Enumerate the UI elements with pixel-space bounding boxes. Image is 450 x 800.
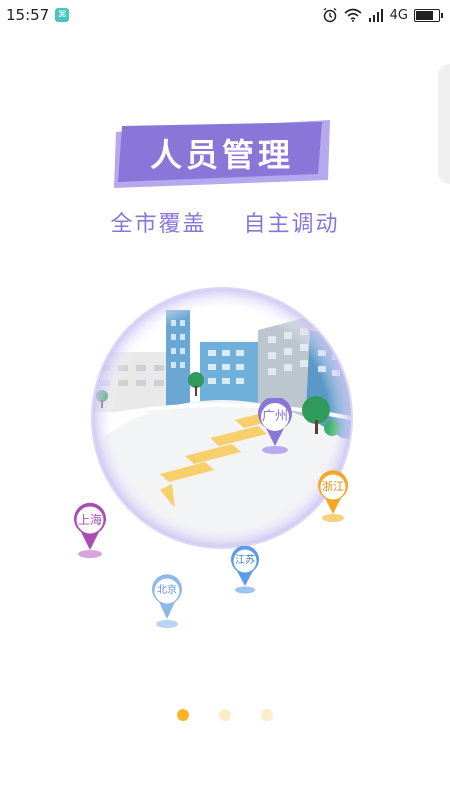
subtitle-left: 全市覆盖 <box>110 212 207 237</box>
status-bar: 15:57 ⌘ 4G <box>0 0 450 30</box>
alarm-icon <box>323 7 337 23</box>
edge-swipe-handle[interactable] <box>438 64 450 184</box>
city-globe-illustration <box>91 287 353 549</box>
title-banner: 人员管理 <box>112 118 332 190</box>
pin-beijing: 北京 <box>149 574 185 628</box>
pin-label-beijing: 北京 <box>157 585 177 596</box>
app-notification-icon: ⌘ <box>55 8 70 22</box>
page-dot-2[interactable] <box>219 709 231 721</box>
status-time: 15:57 <box>6 6 50 24</box>
pin-label-jiangsu: 江苏 <box>235 555 255 566</box>
status-left: 15:57 ⌘ <box>6 6 70 24</box>
pin-label-guangzhou: 广州 <box>261 409 288 424</box>
network-type: 4G <box>389 7 408 23</box>
pin-shanghai: 上海 <box>70 502 110 558</box>
city-map-illustration: 广州 浙江 上海 江苏 北京 <box>0 270 450 650</box>
status-right: 4G <box>322 7 443 23</box>
wifi-icon <box>344 8 362 22</box>
pin-jiangsu: 江苏 <box>228 545 262 594</box>
subtitle: 全市覆盖 自主调动 <box>0 206 450 238</box>
pin-label-zhejiang: 浙江 <box>322 480 344 493</box>
pin-zhejiang: 浙江 <box>314 470 352 522</box>
signal-icon <box>368 9 383 22</box>
subtitle-right: 自主调动 <box>243 212 340 237</box>
page-title: 人员管理 <box>149 136 294 174</box>
page-dot-1[interactable] <box>177 709 189 721</box>
battery-icon <box>414 8 443 22</box>
page-dot-3[interactable] <box>261 709 273 721</box>
pin-label-shanghai: 上海 <box>77 513 102 527</box>
pin-guangzhou: 广州 <box>254 396 296 454</box>
page-indicator <box>0 709 450 721</box>
